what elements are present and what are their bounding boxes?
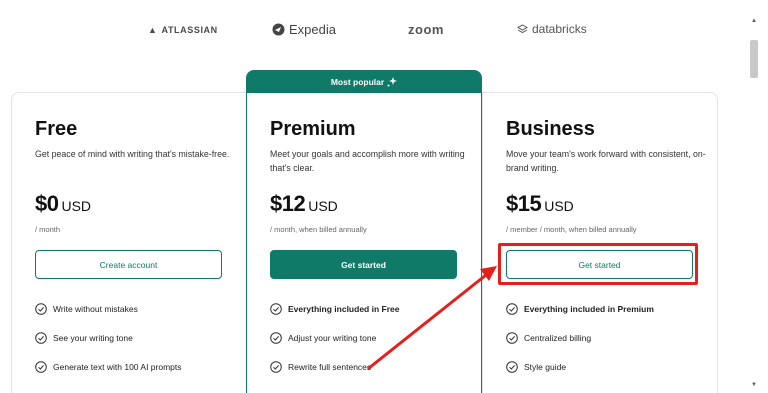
list-item: Rewrite full sentences [270, 352, 480, 381]
databricks-icon [517, 23, 528, 33]
create-account-button[interactable]: Create account [35, 250, 222, 279]
check-circle-icon [506, 302, 518, 315]
plan-premium: Premium Meet your goals and accomplish m… [270, 118, 475, 234]
page-scrollbar[interactable]: ▲ ▼ [748, 18, 760, 388]
plan-description: Get peace of mind with writing that's mi… [35, 149, 230, 159]
sparkle-icon [387, 77, 398, 87]
price-row: $12 USD [270, 191, 475, 217]
list-item: Generate text with 100 AI prompts [35, 352, 245, 381]
expedia-icon [272, 23, 285, 36]
list-item: Adjust your writing tone [270, 323, 480, 352]
price-row: $15 USD [506, 191, 711, 217]
scroll-down-icon[interactable]: ▼ [751, 382, 757, 388]
annotation-highlight-box [498, 243, 698, 285]
list-item: See your writing tone [35, 323, 245, 352]
plan-name: Free [35, 118, 78, 140]
check-circle-icon [35, 360, 47, 373]
check-circle-icon [506, 360, 518, 373]
check-circle-icon [270, 302, 282, 315]
most-popular-badge: Most popular [247, 71, 481, 93]
zoom-logo: zoom [408, 22, 444, 37]
plan-free: Free Get peace of mind with writing that… [35, 118, 240, 234]
price-currency: USD [308, 198, 338, 214]
list-item: Everything included in Free [270, 294, 480, 323]
plan-business: Business Move your team's work forward w… [506, 118, 711, 234]
plan-price: $0 [35, 191, 59, 216]
billing-note: / member / month, when billed annually [506, 225, 637, 234]
plan-description: Move your team's work forward with consi… [506, 149, 706, 173]
premium-get-started-button[interactable]: Get started [270, 250, 457, 279]
feature-list-business: Everything included in Premium Centraliz… [506, 294, 716, 381]
check-circle-icon [270, 360, 282, 373]
check-circle-icon [506, 331, 518, 344]
list-item: Write without mistakes [35, 294, 245, 323]
list-item: Everything included in Premium [506, 294, 716, 323]
scroll-up-icon[interactable]: ▲ [751, 18, 757, 24]
list-item: Style guide [506, 352, 716, 381]
billing-note: / month [35, 225, 61, 234]
atlassian-logo: ▲ ATLASSIAN [148, 25, 218, 35]
customer-logos: ▲ ATLASSIAN Expedia zoom databricks [0, 20, 748, 42]
billing-note: / month, when billed annually [270, 225, 367, 234]
check-circle-icon [35, 302, 47, 315]
scrollbar-thumb[interactable] [750, 40, 758, 78]
plan-description: Meet your goals and accomplish more with… [270, 149, 465, 173]
databricks-logo: databricks [517, 22, 587, 36]
price-currency: USD [61, 198, 92, 214]
column-divider [482, 92, 483, 393]
check-circle-icon [270, 331, 282, 344]
feature-list-free: Write without mistakes See your writing … [35, 294, 245, 381]
plan-price: $12 [270, 191, 306, 216]
list-item: Centralized billing [506, 323, 716, 352]
plan-price: $15 [506, 191, 542, 216]
atlassian-icon: ▲ [148, 25, 158, 35]
plan-name: Business [506, 118, 595, 140]
price-currency: USD [544, 198, 574, 214]
expedia-logo: Expedia [272, 22, 336, 37]
plan-name: Premium [270, 118, 356, 140]
check-circle-icon [35, 331, 47, 344]
price-row: $0 USD [35, 191, 240, 217]
feature-list-premium: Everything included in Free Adjust your … [270, 294, 480, 381]
